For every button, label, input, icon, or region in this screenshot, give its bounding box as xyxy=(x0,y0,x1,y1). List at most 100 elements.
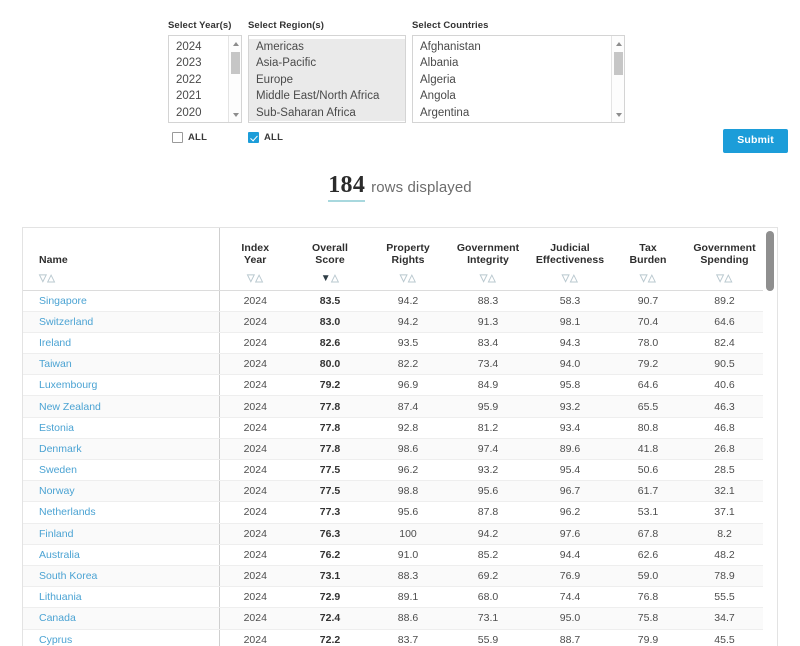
year-listbox-scrollbar[interactable] xyxy=(228,36,241,122)
column-header-tax-burden[interactable]: Tax Burden ▽△ xyxy=(611,228,685,291)
column-header-property-rights[interactable]: Property Rights ▽△ xyxy=(369,228,447,291)
country-link[interactable]: New Zealand xyxy=(39,401,101,413)
scrollbar-thumb[interactable] xyxy=(614,52,623,75)
cell-government-spending: 46.8 xyxy=(685,417,764,439)
cell-government-integrity: 95.6 xyxy=(447,480,529,503)
cell-judicial-effectiveness: 89.6 xyxy=(529,438,611,461)
cell-judicial-effectiveness: 95.0 xyxy=(529,607,611,630)
table-scrollbar[interactable] xyxy=(763,228,777,646)
country-link[interactable]: Canada xyxy=(39,612,76,624)
country-filter-group: Select Countries Afghanistan Albania Alg… xyxy=(412,20,625,123)
submit-button[interactable]: Submit xyxy=(723,129,788,153)
sort-toggle-government-spending[interactable]: ▽△ xyxy=(685,273,764,284)
country-option[interactable]: Albania xyxy=(413,55,624,71)
cell-government-integrity: 95.9 xyxy=(447,395,529,418)
column-label-line2: Effectiveness xyxy=(535,254,605,266)
cell-tax-burden: 79.2 xyxy=(611,353,685,376)
scrollbar-thumb[interactable] xyxy=(231,52,240,74)
country-link[interactable]: Ireland xyxy=(39,337,71,349)
cell-property-rights: 82.2 xyxy=(369,353,447,376)
country-option[interactable]: Argentina xyxy=(413,105,624,121)
country-link[interactable]: Cyprus xyxy=(39,634,72,646)
column-label: Overall xyxy=(312,241,348,254)
table-row: New Zealand 2024 77.8 87.4 95.9 93.2 65.5 46.3 xyxy=(23,395,764,418)
country-link[interactable]: Estonia xyxy=(39,422,74,434)
table-row: Estonia 2024 77.8 92.8 81.2 93.4 80.8 46.8 xyxy=(23,417,764,439)
country-link[interactable]: Australia xyxy=(39,549,80,561)
country-link[interactable]: Lithuania xyxy=(39,591,82,603)
country-link[interactable]: Netherlands xyxy=(39,506,96,518)
sort-toggle-overall-score[interactable]: ▼△ xyxy=(291,273,369,284)
region-option[interactable]: Sub-Saharan Africa xyxy=(249,104,405,122)
year-all-checkbox[interactable] xyxy=(172,132,183,143)
country-link[interactable]: Taiwan xyxy=(39,358,72,370)
cell-judicial-effectiveness: 95.4 xyxy=(529,459,611,482)
region-all-checkbox-wrapper[interactable]: ALL xyxy=(248,132,283,143)
column-header-government-spending[interactable]: Government Spending ▽△ xyxy=(685,228,764,291)
sort-toggle-index-year[interactable]: ▽△ xyxy=(220,273,292,284)
region-option[interactable]: Asia-Pacific xyxy=(249,55,405,72)
cell-index-year: 2024 xyxy=(219,544,291,566)
filter-groups: Select Year(s) 2024 2023 2022 2021 2020 … xyxy=(168,20,788,123)
cell-government-integrity: 93.2 xyxy=(447,459,529,482)
cell-government-integrity: 73.4 xyxy=(447,353,529,376)
country-link[interactable]: Luxembourg xyxy=(39,379,97,391)
country-option[interactable]: Algeria xyxy=(413,72,624,88)
cell-property-rights: 93.5 xyxy=(369,332,447,355)
region-all-checkbox[interactable] xyxy=(248,132,259,143)
cell-overall-score: 76.3 xyxy=(291,523,369,545)
region-option[interactable]: Europe xyxy=(249,71,405,89)
country-link[interactable]: South Korea xyxy=(39,570,97,582)
cell-country-name: Estonia xyxy=(23,417,220,439)
country-listbox-scrollbar[interactable] xyxy=(611,36,624,122)
country-link[interactable]: Denmark xyxy=(39,443,82,455)
sort-toggle-tax-burden[interactable]: ▽△ xyxy=(611,273,685,284)
sort-toggle-judicial-effectiveness[interactable]: ▽△ xyxy=(529,273,611,284)
country-link[interactable]: Norway xyxy=(39,485,75,497)
country-option[interactable]: Afghanistan xyxy=(413,39,624,55)
cell-judicial-effectiveness: 58.3 xyxy=(529,290,611,312)
cell-judicial-effectiveness: 95.8 xyxy=(529,374,611,397)
cell-overall-score: 77.5 xyxy=(291,480,369,503)
cell-tax-burden: 65.5 xyxy=(611,395,685,418)
column-header-index-year[interactable]: Index Year ▽△ xyxy=(219,228,292,291)
country-option-list: Afghanistan Albania Algeria Angola Argen… xyxy=(413,39,624,121)
scroll-up-arrow-icon[interactable] xyxy=(612,37,624,50)
country-option[interactable]: Angola xyxy=(413,88,624,104)
cell-government-spending: 37.1 xyxy=(685,501,764,524)
scroll-down-arrow-icon[interactable] xyxy=(229,108,241,121)
cell-government-integrity: 81.2 xyxy=(447,417,529,439)
cell-tax-burden: 41.8 xyxy=(611,438,685,461)
table-scrollbar-track[interactable] xyxy=(766,230,774,646)
scroll-up-arrow-icon[interactable] xyxy=(229,37,241,50)
table-row: Canada 2024 72.4 88.6 73.1 95.0 75.8 34.7 xyxy=(23,607,764,630)
country-link[interactable]: Switzerland xyxy=(39,316,93,328)
cell-government-spending: 28.5 xyxy=(685,459,764,482)
region-option[interactable]: Middle East/North Africa xyxy=(249,88,405,105)
table-row: Cyprus 2024 72.2 83.7 55.9 88.7 79.9 45.5 xyxy=(23,629,764,646)
table-scrollbar-thumb[interactable] xyxy=(766,231,774,291)
cell-government-integrity: 97.4 xyxy=(447,438,529,461)
cell-government-spending: 48.2 xyxy=(685,544,764,566)
cell-government-spending: 46.3 xyxy=(685,395,764,418)
region-option[interactable]: Americas xyxy=(249,39,405,56)
country-link[interactable]: Singapore xyxy=(39,295,87,307)
cell-judicial-effectiveness: 96.7 xyxy=(529,480,611,503)
country-listbox[interactable]: Afghanistan Albania Algeria Angola Argen… xyxy=(412,35,625,123)
column-header-government-integrity[interactable]: Government Integrity ▽△ xyxy=(447,228,529,291)
country-link[interactable]: Sweden xyxy=(39,464,77,476)
sort-toggle-property-rights[interactable]: ▽△ xyxy=(369,273,447,284)
scroll-down-arrow-icon[interactable] xyxy=(612,108,624,121)
table-header: Name ▽△ Index Year ▽△ Overall Score ▼△ P… xyxy=(23,228,764,291)
country-link[interactable]: Finland xyxy=(39,528,73,540)
column-header-overall-score[interactable]: Overall Score ▼△ xyxy=(291,228,369,291)
year-listbox[interactable]: 2024 2023 2022 2021 2020 xyxy=(168,35,242,123)
column-label-line2: Rights xyxy=(391,254,425,266)
sort-toggle-name[interactable]: ▽△ xyxy=(39,273,219,284)
year-all-checkbox-wrapper[interactable]: ALL xyxy=(172,132,207,143)
sort-toggle-government-integrity[interactable]: ▽△ xyxy=(447,273,529,284)
column-header-name[interactable]: Name ▽△ xyxy=(23,228,220,291)
region-listbox[interactable]: Americas Asia-Pacific Europe Middle East… xyxy=(248,35,406,123)
column-header-judicial-effectiveness[interactable]: Judicial Effectiveness ▽△ xyxy=(529,228,611,291)
region-all-label: ALL xyxy=(264,132,284,143)
